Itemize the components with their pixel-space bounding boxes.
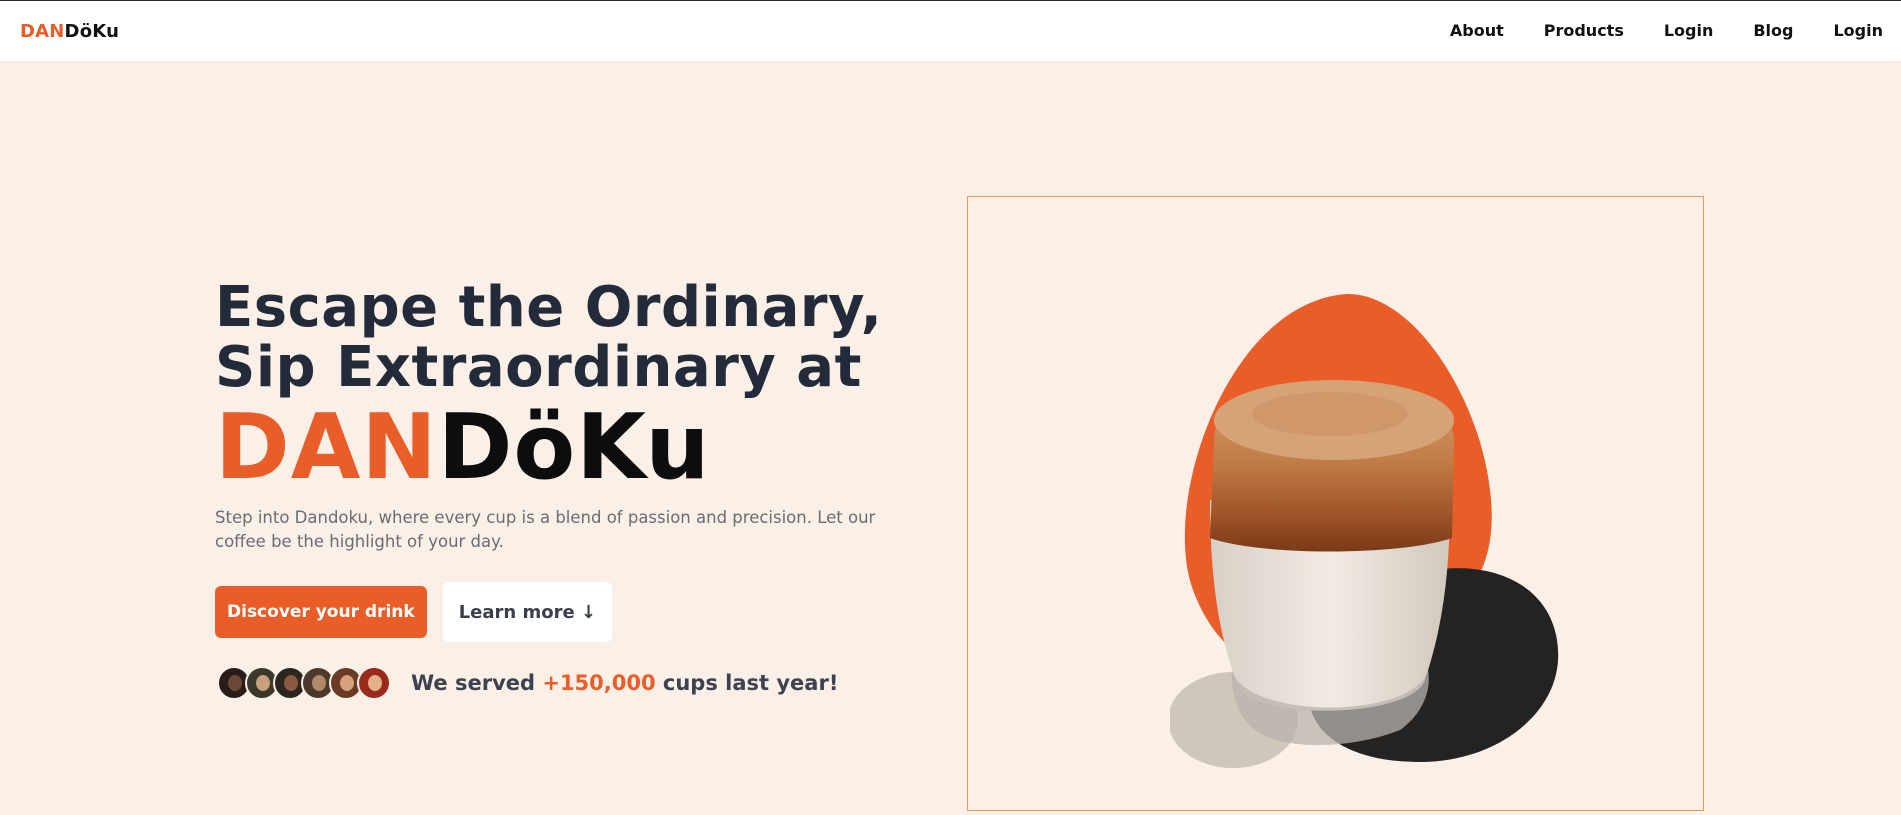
avatar-face bbox=[256, 675, 270, 691]
avatar-face bbox=[312, 675, 326, 691]
served-suffix: cups last year! bbox=[655, 671, 839, 695]
nav-login[interactable]: Login bbox=[1664, 21, 1714, 40]
hero-brand: DANDöKu bbox=[215, 400, 915, 496]
served-count: +150,000 bbox=[542, 671, 656, 695]
hero-actions: Discover your drink Learn more ↓ bbox=[215, 582, 613, 642]
discover-drink-button[interactable]: Discover your drink bbox=[215, 586, 427, 638]
nav-about[interactable]: About bbox=[1450, 21, 1504, 40]
nav-login-2[interactable]: Login bbox=[1833, 21, 1883, 40]
coffee-illustration bbox=[1170, 294, 1559, 768]
hero-brand-part-2: DöKu bbox=[437, 395, 711, 500]
logo-part-2: DöKu bbox=[64, 21, 120, 42]
main-nav: About Products Login Blog Login bbox=[1410, 21, 1883, 40]
social-proof: We served +150,000 cups last year! bbox=[217, 666, 838, 700]
avatar bbox=[357, 666, 391, 700]
avatar-face bbox=[284, 675, 298, 691]
learn-more-button[interactable]: Learn more ↓ bbox=[442, 582, 613, 642]
foam-highlight bbox=[1252, 392, 1408, 436]
logo-part-1: DAN bbox=[20, 21, 65, 42]
served-text: We served +150,000 cups last year! bbox=[411, 671, 838, 695]
coffee-glass bbox=[1210, 380, 1454, 745]
headline-line-1: Escape the Ordinary, bbox=[215, 275, 883, 340]
nav-blog[interactable]: Blog bbox=[1753, 21, 1793, 40]
avatar-face bbox=[228, 675, 242, 691]
hero-brand-part-1: DAN bbox=[215, 395, 438, 500]
avatar-face bbox=[340, 675, 354, 691]
nav-products[interactable]: Products bbox=[1544, 21, 1624, 40]
headline-line-2: Sip Extraordinary at bbox=[215, 335, 862, 400]
served-prefix: We served bbox=[411, 671, 543, 695]
hero-lead: Step into Dandoku, where every cup is a … bbox=[215, 508, 876, 551]
hero-text: Escape the Ordinary, Sip Extraordinary a… bbox=[215, 278, 915, 554]
avatar-face bbox=[368, 675, 382, 691]
logo[interactable]: DANDöKu bbox=[20, 21, 119, 42]
customer-avatars bbox=[217, 666, 391, 700]
site-header: DANDöKu About Products Login Blog Login bbox=[0, 1, 1901, 61]
